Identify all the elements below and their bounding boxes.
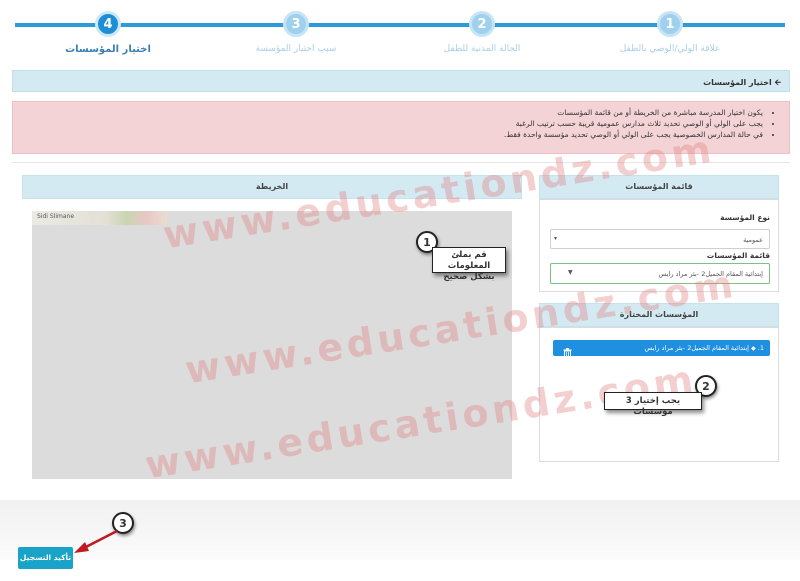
selected-institution-item[interactable]: 1. ◆ إبتدائية المقام الجميل2 -بئر مراد ر… [553, 340, 770, 356]
step-2-number: 2 [477, 16, 487, 32]
step-4-circle[interactable]: 4 [95, 11, 121, 37]
annotation-2-number: 2 [702, 379, 710, 393]
selected-panel-header: المؤسسات المختارة [539, 303, 779, 327]
page-title: اختيار المؤسسات [703, 78, 772, 87]
map-place-label: Sidi Slimane [37, 213, 75, 220]
step-3-label: سبب اختيار المؤسسة [255, 44, 337, 54]
step-4-number: 4 [103, 16, 113, 32]
annotation-1-callout: قم بملئ المعلومات بشكل صحيح [432, 247, 506, 282]
step-2-label: الحالة المدنية للطفل [443, 44, 521, 54]
map-panel-header: الخريطة [22, 175, 522, 199]
institutions-panel-title: قائمة المؤسسات [625, 182, 693, 191]
selected-item-index: 1. [757, 344, 764, 352]
institution-list-label: قائمة المؤسسات [706, 251, 770, 260]
annotation-2-text: يجب إختيار 3 مؤسسات [625, 396, 681, 417]
institution-type-label: نوع المؤسسة [720, 213, 770, 222]
annotation-1-number: 1 [423, 235, 431, 249]
step-1-number: 1 [665, 16, 675, 32]
step-1-circle[interactable]: 1 [657, 11, 683, 37]
selected-panel-title: المؤسسات المختارة [619, 310, 699, 319]
institution-type-value: عمومية [743, 236, 763, 244]
page-header-bar: 🡨 اختيار المؤسسات [12, 70, 790, 92]
confirm-registration-button[interactable]: تأكيد التسجيل [18, 547, 73, 569]
trash-icon[interactable] [563, 343, 572, 358]
step-3-number: 3 [291, 16, 301, 32]
annotation-2-callout: يجب إختيار 3 مؤسسات [604, 392, 702, 417]
annotation-3-arrow-icon [74, 529, 118, 553]
chevron-down-icon: ▼ [568, 269, 573, 276]
institution-type-select[interactable]: عمومية [550, 229, 770, 249]
map-panel-title: الخريطة [255, 182, 289, 191]
step-1-label: علاقة الولي/الوصي بالطفل [619, 44, 721, 54]
selected-item-name: إبتدائية المقام الجميل2 -بئر مراد رايس [644, 344, 749, 352]
alert-item: في حالة المدارس الخصوصية يجب على الولي أ… [13, 130, 763, 139]
tag-icon: ◆ [751, 345, 756, 352]
section-divider [12, 162, 790, 163]
alert-item: يجب على الولي أو الوصي تحديد ثلاث مدارس … [13, 119, 763, 128]
step-2-circle[interactable]: 2 [469, 11, 495, 37]
institutions-panel-header: قائمة المؤسسات [539, 175, 779, 199]
chevron-down-icon: ▾ [554, 235, 558, 242]
instructions-alert: يكون اختيار المدرسة مباشرة من الخريطة أو… [12, 101, 790, 154]
institution-list-select[interactable]: إبتدائية المقام الجميل2 -بئر مراد رايس [550, 263, 770, 284]
back-arrow-icon[interactable]: 🡨 [775, 78, 782, 87]
step-3-circle[interactable]: 3 [283, 11, 309, 37]
annotation-1-line2: بشكل صحيح [443, 272, 495, 282]
alert-item: يكون اختيار المدرسة مباشرة من الخريطة أو… [13, 108, 763, 117]
step-4-label: اختيار المؤسسات [65, 44, 151, 55]
annotation-1-line1: قم بملئ المعلومات [447, 250, 491, 271]
institution-list-value: إبتدائية المقام الجميل2 -بئر مراد رايس [658, 270, 763, 278]
